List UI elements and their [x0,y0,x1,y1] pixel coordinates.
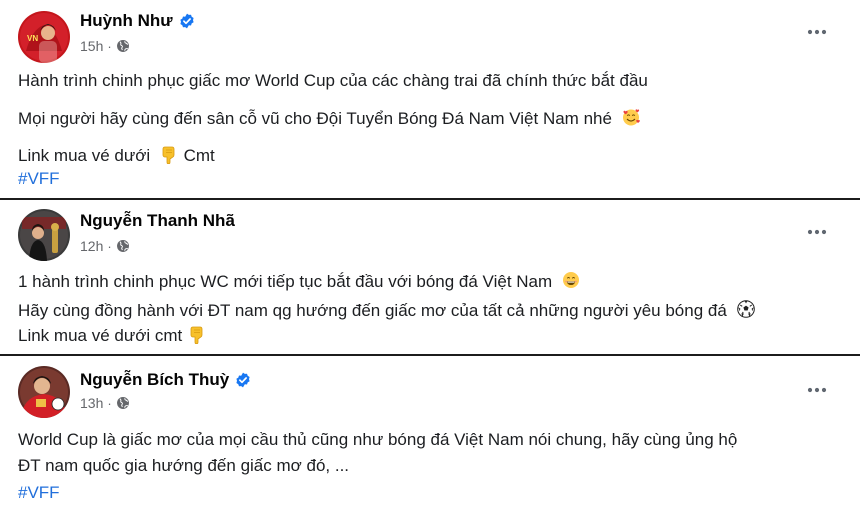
post-text-line-content: Hãy cùng đồng hành với ĐT nam qg hướng đ… [18,301,727,320]
post-card: Nguyễn Bích Thuỳ 13h · World Cup là giấc… [0,356,860,513]
post-text-line-content: 1 hành trình chinh phục WC mới tiếp tục … [18,272,553,291]
post-text-line-content: Link mua vé dưới cmt [18,326,183,345]
post-text-line: Hãy cùng đồng hành với ĐT nam qg hướng đ… [18,299,756,321]
post-card: VN Huỳnh Như 15h · Hành trình chinh phục… [0,0,860,198]
hashtag-link[interactable]: #VFF [18,483,60,503]
post-text-line: 1 hành trình chinh phục WC mới tiếp tục … [18,270,581,292]
soccer-ball-emoji [736,300,755,318]
pointing-down-hand-emoji [187,324,207,344]
post-time[interactable]: 13h [80,395,103,411]
meta-separator: · [107,38,112,54]
meta-separator: · [107,395,112,411]
pointing-down-hand-emoji [159,144,179,164]
svg-text:VN: VN [27,34,38,43]
meta-separator: · [107,238,112,254]
post-text-line: Mọi người hãy cùng đến sân cỗ vũ cho Đội… [18,107,641,129]
verified-badge-icon [235,372,251,388]
post-meta: 15h · [80,38,130,54]
author-name[interactable]: Nguyễn Thanh Nhã [80,211,235,231]
more-options-icon [807,29,827,35]
more-options-icon [807,229,827,235]
more-options-button[interactable] [804,222,830,242]
globe-icon [116,39,130,53]
post-meta: 13h · [80,395,130,411]
author-name-text[interactable]: Nguyễn Bích Thuỳ [80,370,229,390]
post-text-line-content: Link mua vé dưới [18,146,151,165]
more-options-button[interactable] [804,22,830,42]
post-text-line: Link mua vé dưới Cmt [18,144,215,166]
post-time[interactable]: 12h [80,238,103,254]
post-meta: 12h · [80,238,130,254]
more-options-button[interactable] [804,380,830,400]
grinning-face-emoji [562,272,579,288]
author-name[interactable]: Nguyễn Bích Thuỳ [80,370,251,390]
hashtag-link[interactable]: #VFF [18,169,60,189]
verified-badge-icon [179,13,195,29]
post-text-line-content: Cmt [183,146,215,165]
author-name-text[interactable]: Nguyễn Thanh Nhã [80,211,235,231]
author-name[interactable]: Huỳnh Như [80,11,195,31]
author-name-text[interactable]: Huỳnh Như [80,11,173,31]
globe-icon [116,239,130,253]
post-text-line-content: Mọi người hãy cùng đến sân cỗ vũ cho Đội… [18,109,612,128]
avatar[interactable] [18,366,70,418]
avatar[interactable]: VN [18,11,70,63]
avatar[interactable] [18,209,70,261]
more-options-icon [807,387,827,393]
smiling-face-with-hearts-emoji [622,109,640,126]
post-text-line: ĐT nam quốc gia hướng đến giấc mơ đó, ..… [18,456,350,475]
post-card: Nguyễn Thanh Nhã 12h · 1 hành trình chin… [0,200,860,354]
post-time[interactable]: 15h [80,38,103,54]
post-text-line: Hành trình chinh phục giấc mơ World Cup … [18,71,648,90]
post-text-line: World Cup là giấc mơ của mọi cầu thủ cũn… [18,430,738,449]
post-text-line: Link mua vé dưới cmt [18,324,207,346]
globe-icon [116,396,130,410]
